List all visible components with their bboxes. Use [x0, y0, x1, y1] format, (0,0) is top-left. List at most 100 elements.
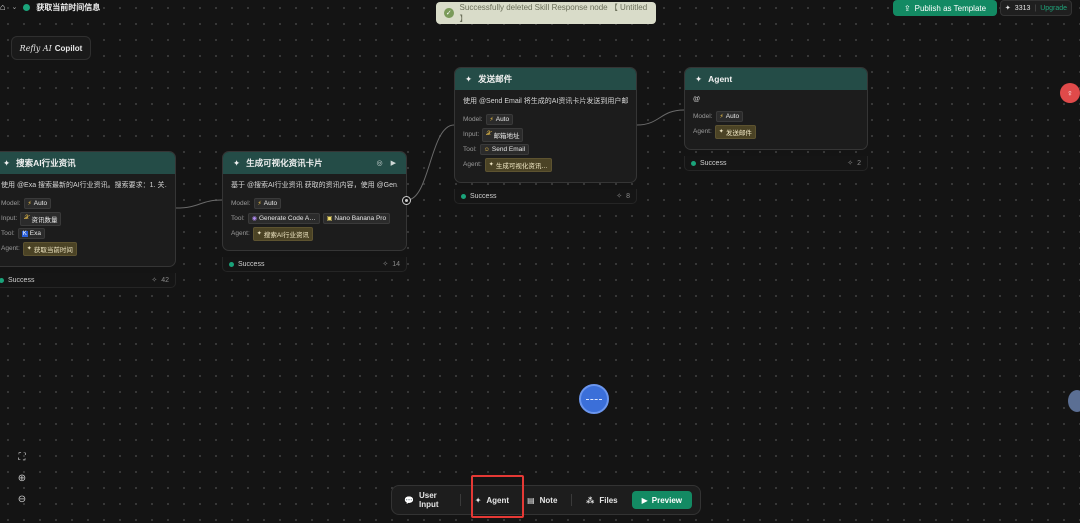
tool-chip[interactable]: ◉ Generate Code A… — [247, 213, 320, 224]
node-title: Agent — [708, 74, 733, 84]
toast-notification: ✓ Successfully deleted Skill Response no… — [436, 2, 656, 24]
tool-value: Send Email — [491, 146, 526, 153]
user-input-button[interactable]: 💬 User Input — [400, 488, 450, 512]
agent-label: Agent: — [693, 128, 712, 135]
node-header-actions: ◎ ▶ — [377, 159, 397, 167]
status-text: Success — [238, 260, 265, 268]
agent-chip[interactable]: ✦ 发送邮件 — [714, 124, 756, 139]
status-text: Success — [700, 159, 727, 167]
node-status-bar: Success ✧ 14 — [222, 257, 407, 272]
sparkle-icon: ✦ — [488, 162, 494, 168]
copilot-button[interactable]: Refly AI Copilot — [11, 36, 91, 60]
sparkle-icon: ✦ — [3, 157, 11, 168]
avatar[interactable] — [1068, 390, 1080, 412]
agent-label: Agent: — [1, 245, 20, 252]
model-value: Auto — [33, 200, 48, 207]
model-chip[interactable]: ⚡ Auto — [253, 198, 282, 209]
status-count: 8 — [626, 192, 630, 200]
input-chip[interactable]: 𝒳 资讯数量 — [20, 211, 62, 226]
agent-chip[interactable]: ✦ 搜索AI行业资讯 — [252, 226, 313, 241]
tool-chip[interactable]: ▣ Nano Banana Pro — [322, 213, 391, 224]
agent-row: Agent: ✦ 发送邮件 — [693, 124, 859, 139]
node-body: 基于 @搜索AI行业资讯 获取的资讯内容，使用 @Gen… Model: ⚡ Au… — [223, 174, 406, 247]
count-icon: ✧ — [847, 160, 854, 167]
model-chip[interactable]: ⚡ Auto — [485, 114, 514, 125]
success-dot-icon — [691, 160, 696, 166]
output-port[interactable] — [402, 196, 411, 205]
model-row: Model: ⚡ Auto — [463, 112, 628, 127]
node-header: ✦ 生成可视化资讯卡片 ◎ ▶ — [223, 152, 406, 174]
node-description: @ — [693, 96, 701, 103]
fit-view-icon[interactable]: ⛶ — [12, 447, 32, 467]
input-chip[interactable]: 𝒳 邮箱地址 — [482, 127, 524, 142]
files-button[interactable]: ⁂ Files — [582, 488, 621, 512]
zoom-in-icon[interactable]: ⊕ — [12, 468, 32, 488]
model-row: Model: ⚡ Auto — [1, 196, 167, 211]
agent-value: 生成可视化资讯… — [495, 162, 548, 170]
lightning-icon: ⚡ — [489, 117, 494, 123]
upgrade-link[interactable]: Upgrade — [1040, 5, 1067, 12]
model-label: Model: — [231, 200, 251, 207]
sparkle-icon: ✦ — [718, 129, 724, 135]
node-description: 使用 @Exa 搜索最新的AI行业资讯。搜索要求：1. 关… — [1, 182, 167, 189]
workflow-title[interactable]: 获取当前时间信息 — [36, 2, 100, 13]
note-button[interactable]: ▤ Note — [523, 488, 561, 512]
tool-value: Exa — [29, 230, 41, 237]
model-chip[interactable]: ⚡ Auto — [715, 111, 744, 122]
variable-icon: 𝒳 — [486, 131, 492, 137]
chat-icon: 💬 — [404, 495, 414, 505]
model-chip[interactable]: ⚡ Auto — [23, 198, 52, 209]
home-icon[interactable]: ⌂ — [0, 2, 5, 12]
user-input-label: User Input — [418, 491, 439, 509]
bottom-toolbar: 💬 User Input ✦ Agent ▤ Note ⁂ Files ▶ Pr… — [391, 485, 701, 515]
node-body: 使用 @Exa 搜索最新的AI行业资讯。搜索要求：1. 关… Model: ⚡ A… — [0, 174, 175, 262]
status-text: Success — [8, 276, 35, 284]
node-header: ✦ 搜索AI行业资讯 — [0, 152, 175, 174]
agent-row: Agent: ✦ 生成可视化资讯… — [463, 157, 628, 172]
tool-label: Tool: — [231, 215, 245, 222]
tool-value: Generate Code A… — [258, 215, 316, 222]
assistant-icon[interactable]: ♀ — [1060, 83, 1080, 103]
tool-chip[interactable]: K Exa — [17, 228, 45, 239]
agent-node[interactable]: ✦ Agent @ Model: ⚡ Auto Agent: ✦ 发送邮件 — [684, 67, 868, 150]
divider — [459, 494, 461, 506]
agent-node[interactable]: ✦ 生成可视化资讯卡片 ◎ ▶ 基于 @搜索AI行业资讯 获取的资讯内容，使用 … — [222, 151, 407, 251]
model-value: Auto — [725, 113, 740, 120]
cursor-indicator-icon — [579, 384, 609, 414]
model-label: Model: — [1, 200, 21, 207]
lightning-icon: ⚡ — [257, 201, 262, 207]
node-title: 生成可视化资讯卡片 — [246, 158, 323, 168]
input-value: 邮箱地址 — [493, 132, 520, 140]
tool-chip[interactable]: ☺ Send Email — [479, 144, 530, 155]
toast-text: Successfully deleted Skill Response node… — [459, 3, 648, 23]
chevron-down-icon[interactable]: ⌄ — [11, 3, 17, 11]
note-icon: ▤ — [527, 495, 535, 505]
publish-template-button[interactable]: ⇪ Publish as Template — [893, 0, 997, 16]
count-icon: ✧ — [382, 261, 389, 268]
preview-label: Preview — [651, 495, 682, 505]
status-count: 14 — [392, 260, 400, 268]
zoom-out-icon[interactable]: ⊖ — [12, 489, 32, 509]
input-row: Input: 𝒳 资讯数量 — [1, 211, 167, 226]
run-icon[interactable]: ▶ — [391, 159, 396, 167]
agent-value: 获取当前时间 — [33, 246, 73, 254]
success-dot-icon — [0, 277, 4, 283]
sparkle-icon: ✦ — [233, 157, 241, 168]
credits-badge[interactable]: ✦ 3313 | Upgrade — [1000, 0, 1072, 16]
agent-chip[interactable]: ✦ 生成可视化资讯… — [484, 157, 552, 172]
code-icon: ◉ — [251, 216, 257, 222]
agent-node[interactable]: ✦ 搜索AI行业资讯 使用 @Exa 搜索最新的AI行业资讯。搜索要求：1. 关… — [0, 151, 176, 267]
settings-icon[interactable]: ◎ — [377, 159, 383, 167]
publish-label: Publish as Template — [914, 3, 987, 13]
node-status-bar: Success ✧ 8 — [454, 189, 637, 204]
preview-button[interactable]: ▶ Preview — [631, 491, 692, 509]
node-body: 使用 @Send Email 将生成的AI资讯卡片发送到用户邮… Model: … — [455, 90, 636, 178]
agent-label: Agent: — [463, 161, 482, 168]
files-label: Files — [599, 495, 618, 505]
agent-row: Agent: ✦ 获取当前时间 — [1, 241, 167, 256]
node-description: 使用 @Send Email 将生成的AI资讯卡片发送到用户邮… — [463, 98, 628, 105]
agent-node[interactable]: ✦ 发送邮件 使用 @Send Email 将生成的AI资讯卡片发送到用户邮… … — [454, 67, 637, 183]
input-value: 资讯数量 — [31, 216, 58, 224]
agent-chip[interactable]: ✦ 获取当前时间 — [22, 241, 77, 256]
success-dot-icon — [461, 193, 466, 199]
